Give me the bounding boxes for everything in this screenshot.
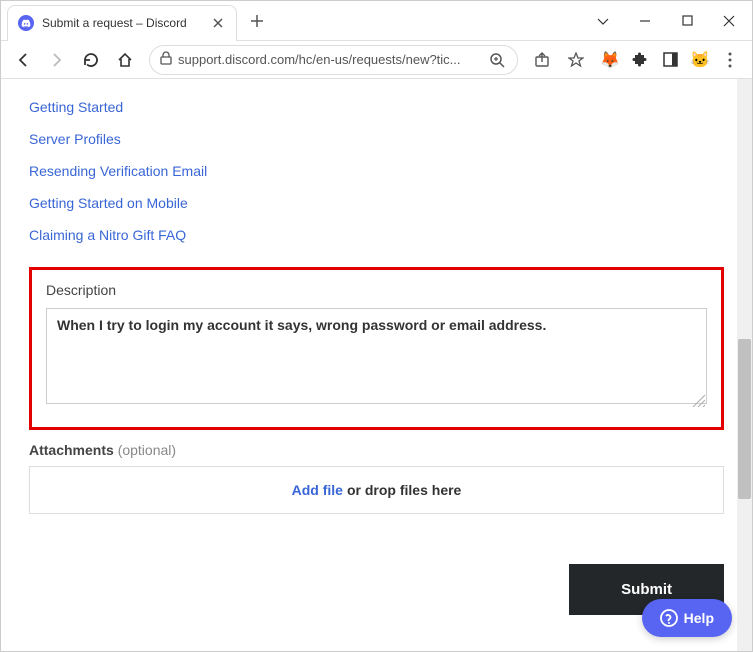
url-text: support.discord.com/hc/en-us/requests/ne…	[178, 52, 487, 67]
home-button[interactable]	[111, 46, 139, 74]
new-tab-button[interactable]	[243, 7, 271, 35]
minimize-button[interactable]	[630, 10, 660, 32]
browser-toolbar: support.discord.com/hc/en-us/requests/ne…	[1, 41, 752, 79]
cat-extension-icon[interactable]: 🐱	[690, 50, 710, 70]
browser-tab[interactable]: Submit a request – Discord	[7, 5, 237, 41]
help-link[interactable]: Getting Started on Mobile	[29, 187, 724, 219]
help-link[interactable]: Server Profiles	[29, 123, 724, 155]
help-link[interactable]: Claiming a Nitro Gift FAQ	[29, 219, 724, 251]
reload-button[interactable]	[77, 46, 105, 74]
close-tab-icon[interactable]	[210, 15, 226, 31]
extensions-puzzle-icon[interactable]	[630, 50, 650, 70]
page-content: Getting Started Server Profiles Resendin…	[1, 79, 752, 651]
search-in-page-icon[interactable]	[487, 46, 507, 74]
help-question-icon	[660, 609, 678, 627]
description-textarea[interactable]	[46, 308, 707, 404]
help-article-links: Getting Started Server Profiles Resendin…	[29, 91, 724, 251]
file-dropzone[interactable]: Add file or drop files here	[29, 466, 724, 514]
back-button[interactable]	[9, 46, 37, 74]
share-icon[interactable]	[528, 46, 556, 74]
side-panel-icon[interactable]	[660, 50, 680, 70]
close-window-button[interactable]	[714, 10, 744, 32]
metamask-extension-icon[interactable]: 🦊	[600, 50, 620, 70]
bookmark-star-icon[interactable]	[562, 46, 590, 74]
add-file-link[interactable]: Add file	[292, 482, 343, 498]
lock-icon	[160, 51, 172, 68]
discord-favicon-icon	[18, 15, 34, 31]
maximize-button[interactable]	[672, 10, 702, 32]
scrollbar-thumb[interactable]	[738, 339, 751, 499]
description-section-highlight: Description	[29, 267, 724, 430]
attachments-label: Attachments (optional)	[29, 442, 724, 458]
help-link[interactable]: Getting Started	[29, 91, 724, 123]
address-bar[interactable]: support.discord.com/hc/en-us/requests/ne…	[149, 45, 518, 75]
description-label: Description	[46, 282, 707, 298]
browser-titlebar: Submit a request – Discord	[1, 1, 752, 41]
menu-dots-icon[interactable]	[720, 50, 740, 70]
chevron-down-icon[interactable]	[588, 10, 618, 32]
help-fab-button[interactable]: Help	[642, 599, 732, 637]
help-link[interactable]: Resending Verification Email	[29, 155, 724, 187]
scrollbar-track[interactable]	[737, 79, 752, 651]
forward-button[interactable]	[43, 46, 71, 74]
help-fab-label: Help	[684, 610, 714, 626]
dropzone-text: or drop files here	[347, 482, 461, 498]
tab-title: Submit a request – Discord	[42, 16, 206, 30]
